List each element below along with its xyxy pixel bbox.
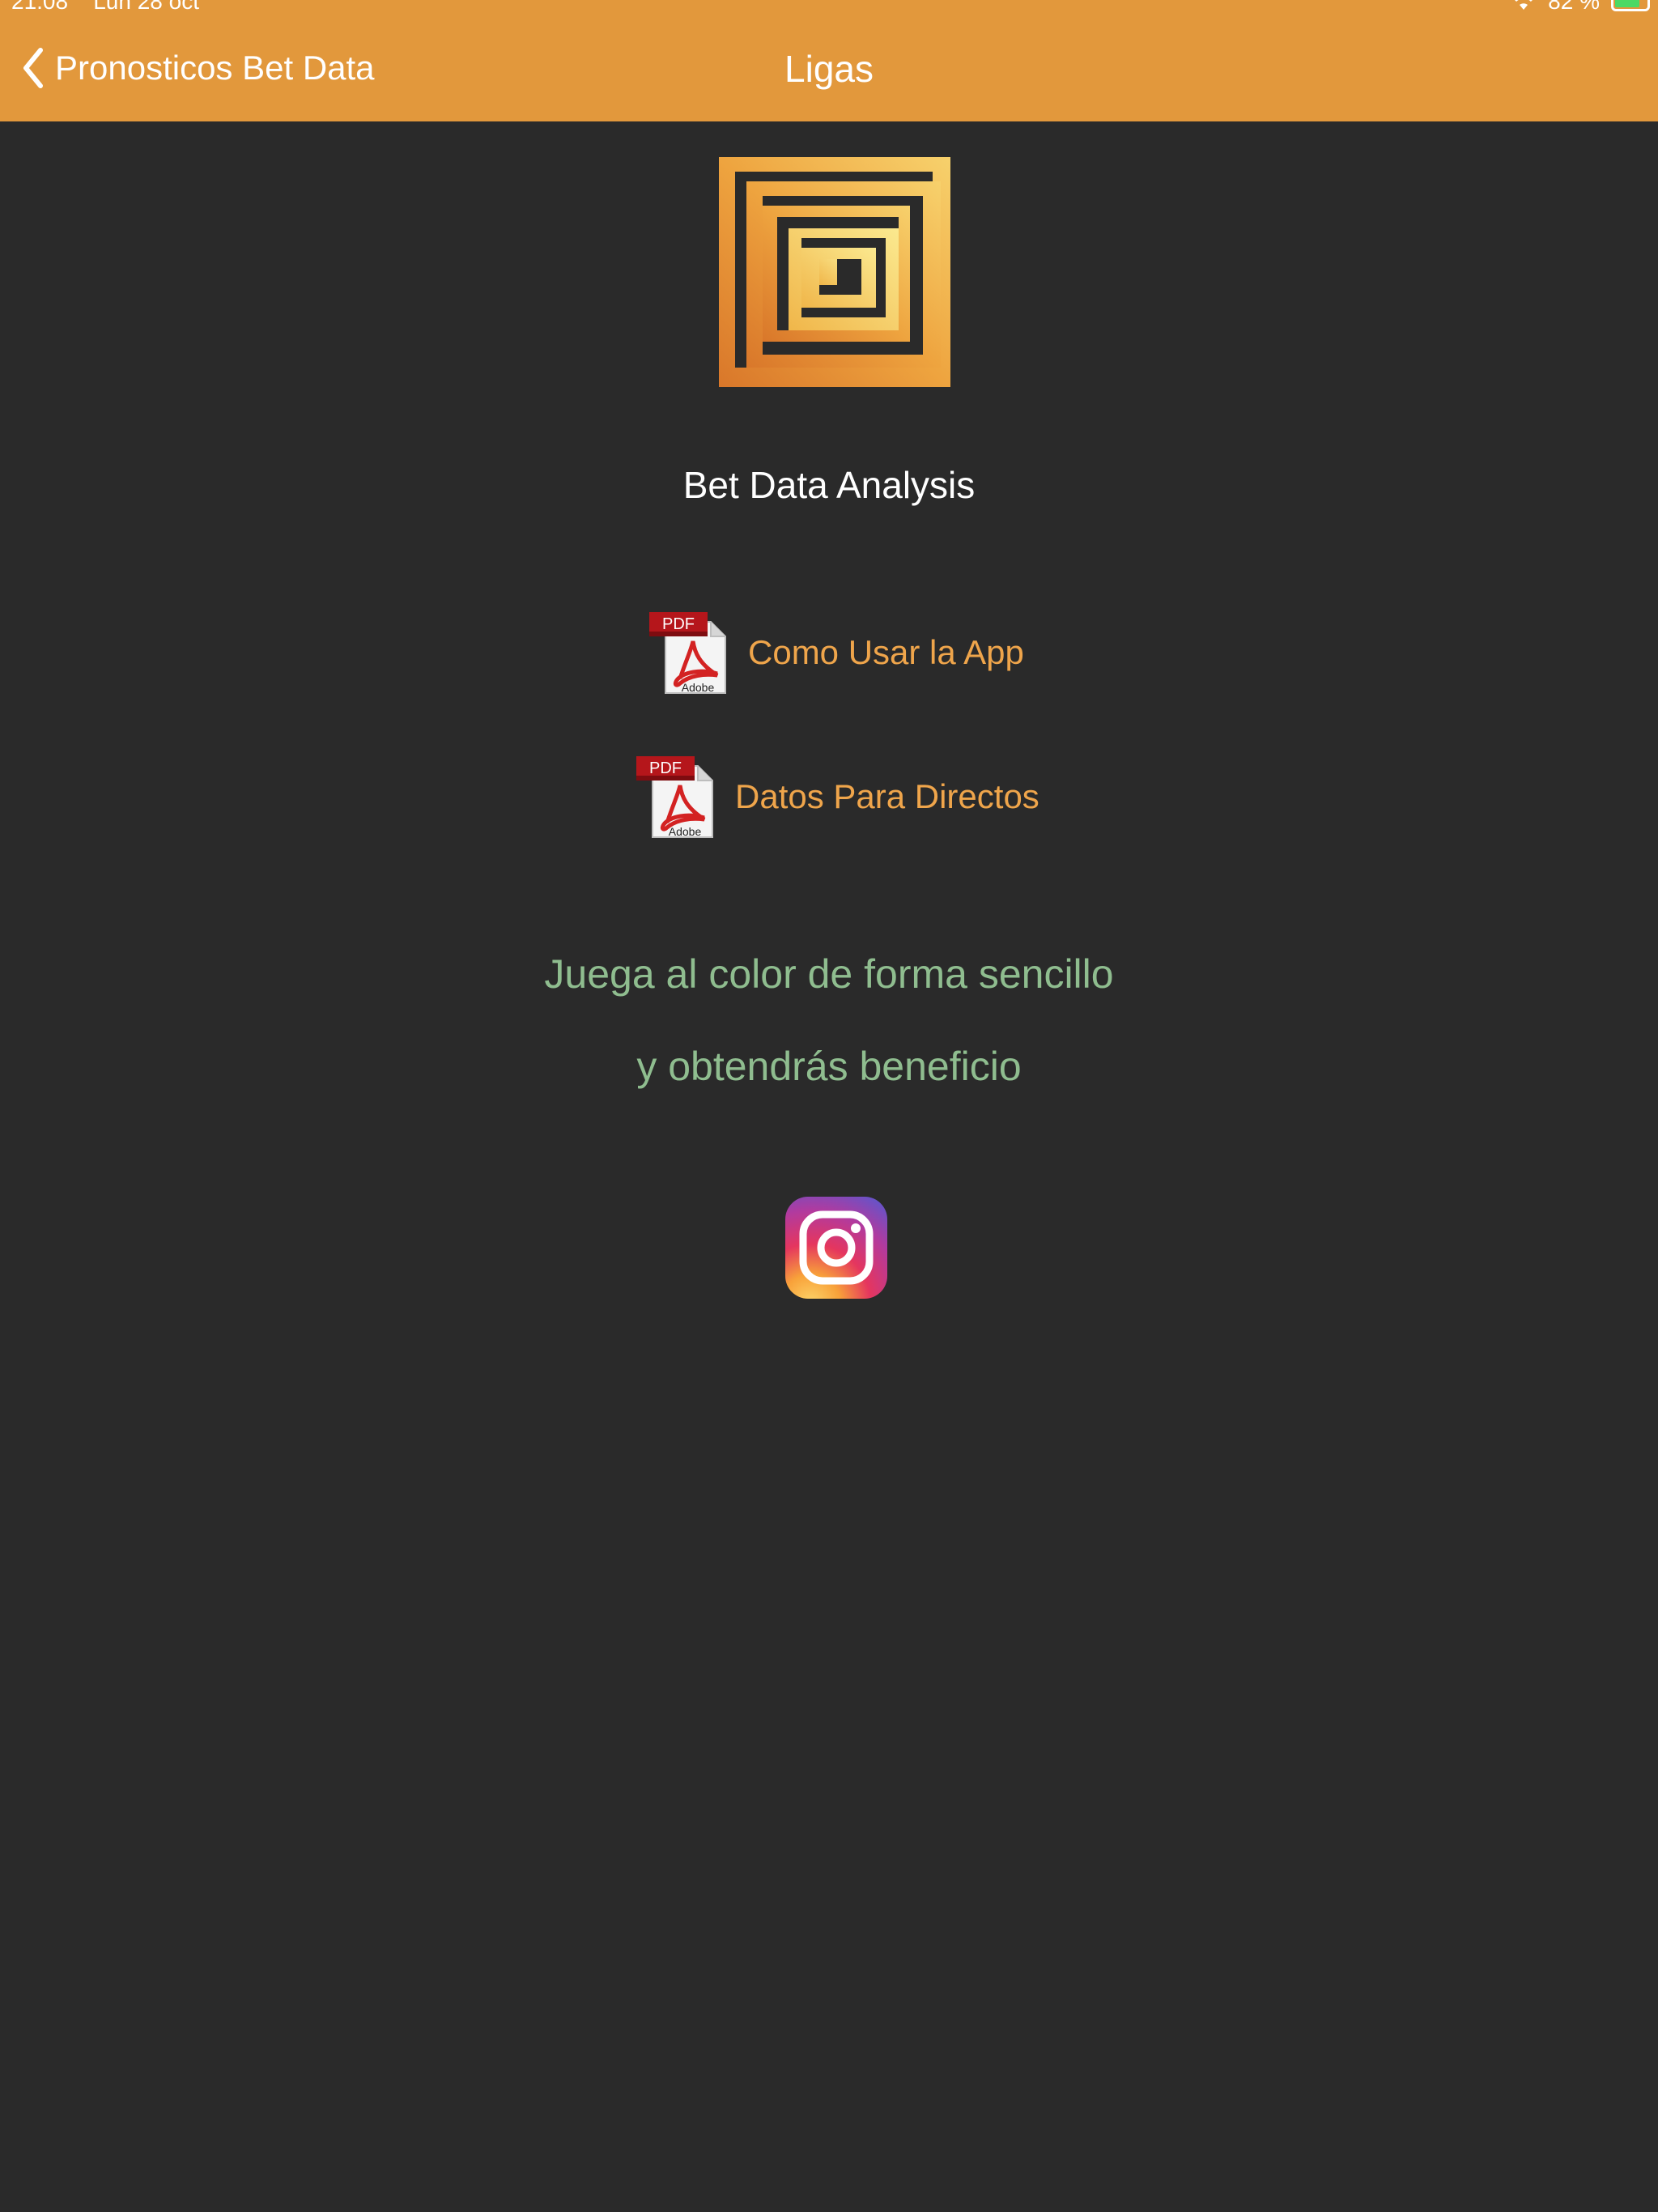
wifi-icon [1515, 0, 1533, 10]
tagline-line-2: y obtendrás beneficio [636, 1044, 1022, 1089]
svg-text:PDF: PDF [662, 615, 695, 633]
app-logo [719, 157, 950, 387]
status-time-date: 21:08 Lun 28 oct [11, 0, 199, 15]
svg-text:PDF: PDF [649, 759, 682, 777]
pdf-icon: PDF Adobe [649, 612, 726, 694]
status-indicators: 82 % [1511, 0, 1650, 15]
svg-text:Adobe: Adobe [682, 681, 715, 694]
pdf-icon: PDF Adobe [636, 756, 713, 838]
live-data-pdf-link[interactable]: PDF Adobe Datos Para Directos [635, 755, 1039, 839]
status-time: 21:08 [11, 0, 69, 14]
svg-text:Adobe: Adobe [669, 825, 702, 838]
doc-link-label: Como Usar la App [748, 633, 1024, 671]
doc-link-label: Datos Para Directos [735, 777, 1039, 815]
navigation-bar: 21:08 Lun 28 oct 82 % Pronosticos Bet Da… [0, 0, 1658, 121]
battery-percent: 82 % [1548, 0, 1600, 14]
status-date: Lun 28 oct [93, 0, 199, 14]
instagram-icon[interactable] [785, 1197, 887, 1299]
how-to-use-pdf-link[interactable]: PDF Adobe Como Usar la App [648, 610, 1024, 695]
tagline-line-1: Juega al color de forma sencillo [544, 951, 1114, 997]
screen: 21:08 Lun 28 oct 82 % Pronosticos Bet Da… [0, 0, 1658, 2212]
app-name: Bet Data Analysis [682, 464, 976, 506]
battery-icon [1611, 0, 1650, 11]
page-title: Ligas [784, 48, 874, 90]
